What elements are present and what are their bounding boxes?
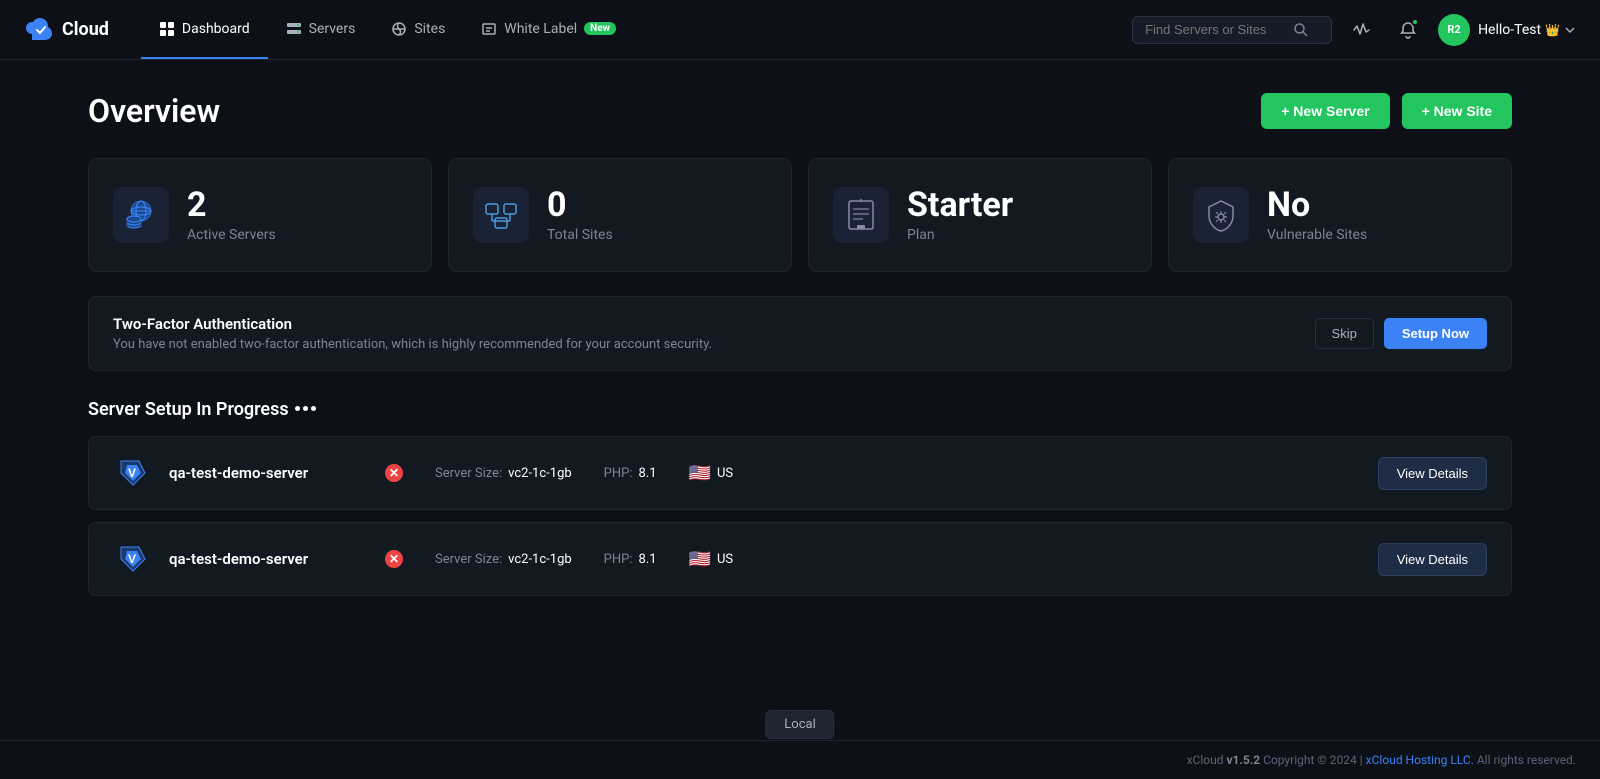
server-1-name: qa-test-demo-server (169, 464, 369, 482)
nav-label-dashboard: Dashboard (182, 21, 250, 37)
tfa-banner: Two-Factor Authentication You have not e… (88, 296, 1512, 371)
active-servers-icon (113, 187, 169, 243)
stat-card-vulnerable: No Vulnerable Sites (1168, 158, 1512, 272)
flag-icon-2: 🇺🇸 (689, 549, 711, 570)
user-name: Hello-Test 👑 (1478, 22, 1576, 38)
vultr-logo-1: V (113, 453, 153, 493)
stat-text-plan: Starter Plan (907, 187, 1013, 243)
view-details-1-button[interactable]: View Details (1378, 457, 1487, 490)
search-icon (1293, 22, 1309, 38)
footer-text: xCloud v1.5.2 Copyright © 2024 | xCloud … (1187, 753, 1576, 767)
plan-icon (833, 187, 889, 243)
header-actions: + New Server + New Site (1261, 93, 1512, 129)
svg-text:V: V (128, 466, 136, 480)
new-server-button[interactable]: + New Server (1261, 93, 1389, 129)
stat-text-vulnerable: No Vulnerable Sites (1267, 187, 1367, 243)
server-1-meta: Server Size: vc2-1c-1gb PHP: 8.1 🇺🇸 US (435, 463, 1362, 484)
server-row-2: V qa-test-demo-server ✕ Server Size: vc2… (88, 522, 1512, 596)
nav-label-sites: Sites (414, 21, 445, 37)
notification-button[interactable] (1392, 14, 1424, 46)
search-bar[interactable] (1132, 16, 1332, 44)
stat-text-total-sites: 0 Total Sites (547, 187, 613, 243)
nav-item-servers[interactable]: Servers (268, 0, 374, 59)
footer: xCloud v1.5.2 Copyright © 2024 | xCloud … (0, 740, 1600, 779)
overview-header: Overview + New Server + New Site (88, 92, 1512, 130)
vulnerable-icon (1193, 187, 1249, 243)
logo-text: Cloud (62, 19, 109, 40)
navbar: Cloud Dashboard Servers Sites White Labe… (0, 0, 1600, 60)
user-menu[interactable]: R2 Hello-Test 👑 (1438, 14, 1576, 46)
chevron-down-icon (1564, 24, 1576, 36)
plan-value: Starter (907, 187, 1013, 224)
tfa-actions: Skip Setup Now (1315, 318, 1487, 349)
server-2-php: PHP: 8.1 (604, 552, 657, 567)
stat-card-plan: Starter Plan (808, 158, 1152, 272)
stat-card-total-sites: 0 Total Sites (448, 158, 792, 272)
nav-item-sites[interactable]: Sites (373, 0, 463, 59)
white-label-badge: New (584, 22, 616, 35)
skip-button[interactable]: Skip (1315, 318, 1374, 349)
server-1-region: 🇺🇸 US (689, 463, 734, 484)
svg-text:V: V (128, 552, 136, 566)
server-2-region: 🇺🇸 US (689, 549, 734, 570)
nav-menu: Dashboard Servers Sites White Label New (141, 0, 634, 59)
dot-3 (311, 406, 316, 411)
total-sites-label: Total Sites (547, 227, 613, 243)
vultr-logo-2: V (113, 539, 153, 579)
server-2-meta: Server Size: vc2-1c-1gb PHP: 8.1 🇺🇸 US (435, 549, 1362, 570)
avatar: R2 (1438, 14, 1470, 46)
active-servers-value: 2 (187, 187, 276, 224)
server-2-name: qa-test-demo-server (169, 550, 369, 568)
stat-text-active-servers: 2 Active Servers (187, 187, 276, 243)
activity-button[interactable] (1346, 14, 1378, 46)
nav-item-dashboard[interactable]: Dashboard (141, 0, 268, 59)
active-servers-label: Active Servers (187, 227, 276, 243)
plan-label: Plan (907, 227, 1013, 243)
server-row-1: V qa-test-demo-server ✕ Server Size: vc2… (88, 436, 1512, 510)
server-1-error-icon: ✕ (385, 464, 403, 482)
server-section-title: Server Setup In Progress (88, 399, 1512, 420)
nav-label-servers: Servers (309, 21, 356, 37)
server-2-error-icon: ✕ (385, 550, 403, 568)
tfa-description: You have not enabled two-factor authenti… (113, 337, 712, 352)
stat-card-active-servers: 2 Active Servers (88, 158, 432, 272)
logo[interactable]: Cloud (24, 14, 109, 46)
server-2-size: Server Size: vc2-1c-1gb (435, 552, 572, 567)
dot-1 (295, 406, 300, 411)
new-site-button[interactable]: + New Site (1402, 93, 1512, 129)
flag-icon-1: 🇺🇸 (689, 463, 711, 484)
nav-label-white-label: White Label (504, 21, 577, 37)
navbar-right: R2 Hello-Test 👑 (1132, 14, 1576, 46)
crown-icon: 👑 (1545, 23, 1560, 37)
tfa-title: Two-Factor Authentication (113, 315, 712, 333)
vulnerable-label: Vulnerable Sites (1267, 227, 1367, 243)
view-details-2-button[interactable]: View Details (1378, 543, 1487, 576)
footer-version: v1.5.2 (1226, 753, 1260, 767)
total-sites-icon (473, 187, 529, 243)
notification-dot (1411, 18, 1419, 26)
stat-cards: 2 Active Servers 0 Total Sites (88, 158, 1512, 272)
footer-company-link[interactable]: xCloud Hosting LLC. (1366, 753, 1474, 767)
dot-2 (303, 406, 308, 411)
search-input[interactable] (1145, 22, 1285, 37)
page-title: Overview (88, 92, 220, 130)
setup-now-button[interactable]: Setup Now (1384, 318, 1487, 349)
vulnerable-value: No (1267, 187, 1367, 224)
progress-indicator (295, 406, 316, 413)
tfa-text: Two-Factor Authentication You have not e… (113, 315, 712, 352)
local-badge: Local (765, 710, 834, 739)
server-1-php: PHP: 8.1 (604, 466, 657, 481)
main-content: Overview + New Server + New Site (0, 60, 1600, 648)
total-sites-value: 0 (547, 187, 613, 224)
server-1-size: Server Size: vc2-1c-1gb (435, 466, 572, 481)
nav-item-white-label[interactable]: White Label New (463, 0, 634, 59)
